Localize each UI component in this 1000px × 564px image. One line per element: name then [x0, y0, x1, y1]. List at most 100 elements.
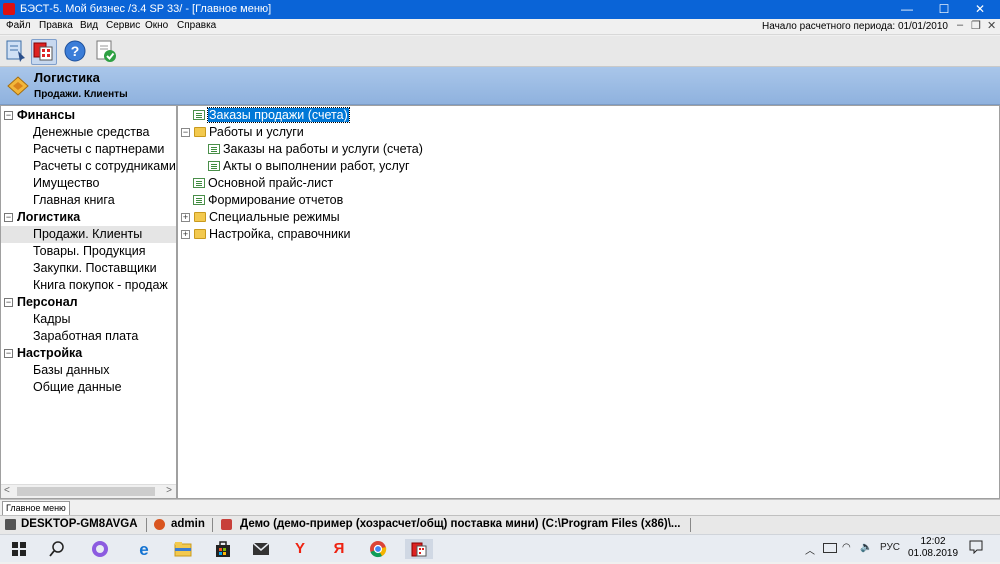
svg-text:?: ?: [71, 43, 80, 59]
scroll-left-icon[interactable]: <: [4, 485, 10, 496]
clock[interactable]: 12:02 01.08.2019: [902, 536, 964, 560]
nav-item-label: Продажи. Клиенты: [33, 227, 143, 241]
nav-item-book[interactable]: Книга покупок - продаж: [1, 277, 176, 294]
mdi-restore-button[interactable]: ❐: [971, 19, 981, 32]
language-indicator[interactable]: РУС: [880, 542, 900, 553]
svg-text:e: e: [139, 540, 148, 558]
expand-icon[interactable]: +: [181, 213, 190, 222]
tree-node-works[interactable]: − Работы и услуги: [179, 124, 579, 141]
tree-node-acts[interactable]: Акты о выполнении работ, услуг: [208, 158, 608, 175]
nav-item-label: Расчеты с партнерами: [33, 142, 165, 156]
wifi-icon[interactable]: ◠: [842, 542, 851, 553]
nav-group-personnel[interactable]: − Персонал: [1, 294, 176, 311]
nav-item-databases[interactable]: Базы данных: [1, 362, 176, 379]
tree-node-work-orders[interactable]: Заказы на работы и услуги (счета): [208, 141, 608, 158]
menu-view[interactable]: Вид: [80, 20, 98, 31]
nav-group-logistics[interactable]: − Логистика: [1, 209, 176, 226]
collapse-icon[interactable]: −: [4, 298, 13, 307]
status-computer: DESKTOP-GM8AVGA: [21, 518, 138, 530]
tree-node-special-modes[interactable]: + Специальные режимы: [179, 209, 579, 226]
minimize-button[interactable]: —: [890, 0, 924, 19]
close-button[interactable]: ✕: [963, 0, 997, 19]
windows-start-icon[interactable]: [8, 539, 30, 559]
yandex-icon[interactable]: Y: [289, 539, 311, 559]
mdi-minimize-button[interactable]: –: [957, 19, 963, 31]
chrome-icon[interactable]: [367, 539, 389, 559]
help-icon[interactable]: ?: [63, 39, 87, 63]
tree-panel: Заказы продажи (счета) − Работы и услуги…: [177, 105, 1000, 499]
nav-item-common[interactable]: Общие данные: [1, 379, 176, 396]
chevron-up-icon[interactable]: ︿: [805, 542, 815, 557]
nav-group-finance[interactable]: − Финансы: [1, 107, 176, 124]
clock-time: 12:02: [920, 536, 946, 547]
mail-icon[interactable]: [250, 539, 272, 559]
status-separator: [212, 518, 213, 532]
store-icon[interactable]: [212, 539, 234, 559]
notification-icon[interactable]: [969, 540, 983, 557]
nav-item-property[interactable]: Имущество: [1, 175, 176, 192]
nav-item-employees[interactable]: Расчеты с сотрудниками: [1, 158, 176, 175]
battery-icon[interactable]: [823, 543, 837, 553]
tree-node-label: Настройка, справочники: [209, 227, 351, 241]
mdi-tab-main-menu[interactable]: Главное меню: [2, 501, 70, 516]
toolbar: ?: [0, 36, 1000, 67]
menu-help[interactable]: Справка: [177, 20, 216, 31]
folder-icon: [194, 229, 206, 239]
volume-icon[interactable]: 🔈: [860, 542, 872, 553]
status-database: Демо (демо-пример (хозрасчет/общ) постав…: [240, 518, 681, 530]
menu-edit[interactable]: Правка: [39, 20, 73, 31]
tree-node-reports[interactable]: Формирование отчетов: [193, 192, 593, 209]
nav-item-staff[interactable]: Кадры: [1, 311, 176, 328]
yandex-browser-icon[interactable]: Я: [328, 539, 350, 559]
nav-item-label: Товары. Продукция: [33, 244, 146, 258]
mdi-close-button[interactable]: ✕: [987, 19, 996, 32]
collapse-icon[interactable]: −: [4, 111, 13, 120]
section-header: Логистика Продажи. Клиенты: [0, 67, 1000, 105]
tree-node-label: Специальные режимы: [209, 210, 340, 224]
scroll-thumb[interactable]: [17, 487, 155, 496]
collapse-icon[interactable]: −: [181, 128, 190, 137]
calculator-icon[interactable]: [31, 39, 57, 65]
nav-item-purchases[interactable]: Закупки. Поставщики: [1, 260, 176, 277]
tree-node-label: Работы и услуги: [209, 125, 304, 139]
tree-node-price-list[interactable]: Основной прайс-лист: [193, 175, 593, 192]
nav-item-cash[interactable]: Денежные средства: [1, 124, 176, 141]
list-icon: [193, 178, 205, 188]
menu-window[interactable]: Окно: [145, 20, 168, 31]
tree-node-settings[interactable]: + Настройка, справочники: [179, 226, 579, 243]
scroll-right-icon[interactable]: >: [166, 485, 172, 496]
app-icon: [3, 3, 15, 15]
status-separator: [690, 518, 691, 532]
nav-panel: − Финансы Денежные средства Расчеты с па…: [0, 105, 177, 499]
nav-group-label: Финансы: [17, 108, 76, 122]
nav-item-salary[interactable]: Заработная плата: [1, 328, 176, 345]
document-check-icon[interactable]: [94, 39, 118, 63]
nav-item-sales[interactable]: Продажи. Клиенты: [1, 226, 176, 243]
collapse-icon[interactable]: −: [4, 349, 13, 358]
maximize-button[interactable]: ☐: [927, 0, 961, 19]
edge-icon[interactable]: e: [133, 539, 155, 559]
collapse-icon[interactable]: −: [4, 213, 13, 222]
menu-icon[interactable]: [4, 39, 28, 63]
menu-file[interactable]: Файл: [6, 20, 31, 31]
expand-icon[interactable]: +: [181, 230, 190, 239]
menu-bar: Файл Правка Вид Сервис Окно Справка Нача…: [0, 19, 1000, 35]
nav-group-settings[interactable]: − Настройка: [1, 345, 176, 362]
nav-item-goods[interactable]: Товары. Продукция: [1, 243, 176, 260]
tree-node-sales-orders[interactable]: Заказы продажи (счета): [193, 107, 593, 124]
nav-item-label: Книга покупок - продаж: [33, 278, 168, 292]
menu-service[interactable]: Сервис: [106, 20, 140, 31]
horizontal-scrollbar[interactable]: < >: [1, 484, 176, 498]
cortana-icon[interactable]: [89, 539, 111, 559]
search-icon[interactable]: [46, 539, 68, 559]
tree-node-label: Акты о выполнении работ, услуг: [223, 159, 410, 173]
nav-item-ledger[interactable]: Главная книга: [1, 192, 176, 209]
tree-node-label: Заказы продажи (счета): [207, 107, 350, 123]
user-icon: [154, 519, 165, 530]
clock-date: 01.08.2019: [907, 548, 959, 559]
list-icon: [208, 144, 220, 154]
explorer-icon[interactable]: [172, 539, 194, 559]
best5-icon[interactable]: [405, 539, 433, 559]
nav-item-partners[interactable]: Расчеты с партнерами: [1, 141, 176, 158]
list-icon: [193, 195, 205, 205]
